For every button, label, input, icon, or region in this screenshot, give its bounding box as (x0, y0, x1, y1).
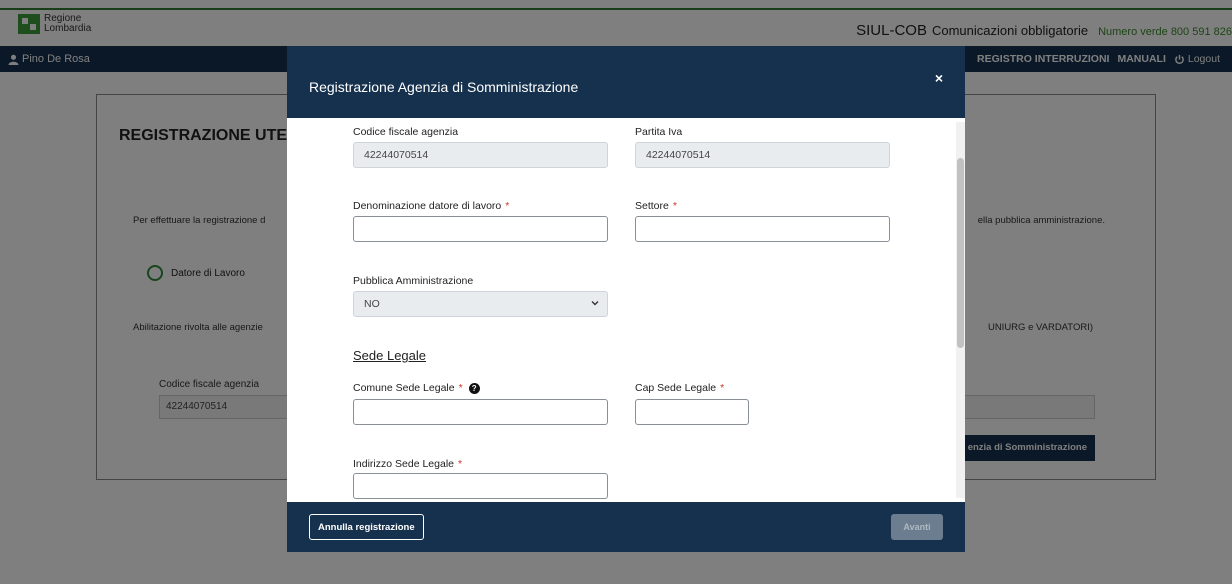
indirizzo-input[interactable] (353, 473, 608, 499)
required-marker: * (458, 458, 463, 470)
modal-footer: Annulla registrazione Avanti (287, 502, 965, 552)
settore-input[interactable] (635, 216, 890, 242)
indirizzo-label-text: Indirizzo Sede Legale (353, 458, 454, 470)
partita-iva-label: Partita Iva (635, 126, 683, 138)
modal-header: Registrazione Agenzia di Somministrazion… (287, 46, 965, 118)
modal-title: Registrazione Agenzia di Somministrazion… (309, 79, 579, 95)
denominazione-input[interactable] (353, 216, 608, 242)
help-icon[interactable]: ? (468, 382, 480, 394)
comune-input[interactable] (353, 399, 608, 425)
comune-label: Comune Sede Legale *? (353, 382, 480, 394)
settore-label-text: Settore (635, 200, 669, 212)
pubblica-amministrazione-label: Pubblica Amministrazione (353, 275, 474, 287)
required-marker: * (458, 382, 463, 394)
codice-fiscale-field: 42244070514 (353, 142, 608, 168)
modal-scrollbar[interactable] (956, 122, 965, 498)
pa-selected-value: NO (364, 298, 380, 310)
denominazione-label-text: Denominazione datore di lavoro (353, 200, 502, 212)
comune-label-text: Comune Sede Legale (353, 382, 455, 394)
cap-label: Cap Sede Legale * (635, 382, 724, 394)
sede-legale-heading: Sede Legale (353, 348, 427, 363)
denominazione-label: Denominazione datore di lavoro * (353, 200, 509, 212)
required-marker: * (720, 382, 725, 394)
codice-fiscale-label: Codice fiscale agenzia (353, 126, 459, 138)
indirizzo-label: Indirizzo Sede Legale * (353, 458, 462, 470)
registration-modal: Registrazione Agenzia di Somministrazion… (287, 46, 965, 552)
cap-label-text: Cap Sede Legale (635, 382, 717, 394)
modal-body: Codice fiscale agenzia 42244070514 Parti… (287, 118, 965, 502)
required-marker: * (505, 200, 510, 212)
next-button[interactable]: Avanti (891, 514, 943, 540)
cancel-registration-button[interactable]: Annulla registrazione (309, 514, 424, 540)
scrollbar-thumb[interactable] (957, 158, 964, 348)
partita-iva-field: 42244070514 (635, 142, 890, 168)
required-marker: * (672, 200, 677, 212)
close-icon[interactable]: × (935, 70, 943, 86)
cap-input[interactable] (635, 399, 749, 425)
pubblica-amministrazione-select[interactable]: NO (353, 291, 608, 317)
settore-label: Settore * (635, 200, 677, 212)
chevron-down-icon (591, 301, 599, 306)
